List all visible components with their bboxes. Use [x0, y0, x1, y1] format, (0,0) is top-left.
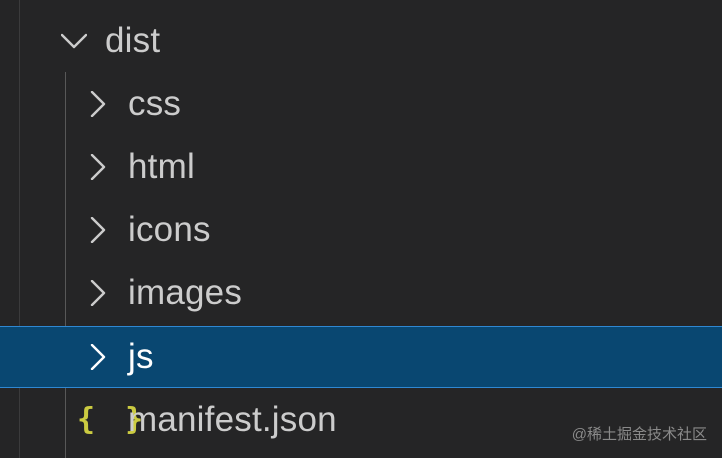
tree-item-label: js [128, 337, 154, 376]
tree-item-css[interactable]: css [0, 73, 722, 135]
watermark: @稀土掘金技术社区 [571, 426, 707, 443]
tree-item-label: dist [105, 21, 161, 60]
tree-item-label: html [128, 147, 195, 186]
tree-item-label: css [128, 84, 182, 123]
tree-item-js[interactable]: js [0, 326, 722, 388]
chevron-right-icon [85, 217, 111, 243]
tree-item-dist[interactable]: dist [0, 10, 722, 72]
chevron-right-icon [85, 154, 111, 180]
chevron-right-icon [85, 280, 111, 306]
chevron-right-icon [85, 344, 111, 370]
tree-item-label: images [128, 273, 243, 312]
tree-item-images[interactable]: images [0, 262, 722, 324]
chevron-right-icon [85, 91, 111, 117]
tree-item-html[interactable]: html [0, 136, 722, 198]
chevron-down-icon [61, 28, 87, 54]
tree-item-icons[interactable]: icons [0, 199, 722, 261]
file-explorer: dist css html icons images js {} manife… [0, 0, 722, 458]
tree-item-label: icons [128, 210, 211, 249]
tree-item-label: manifest.json [128, 400, 337, 439]
